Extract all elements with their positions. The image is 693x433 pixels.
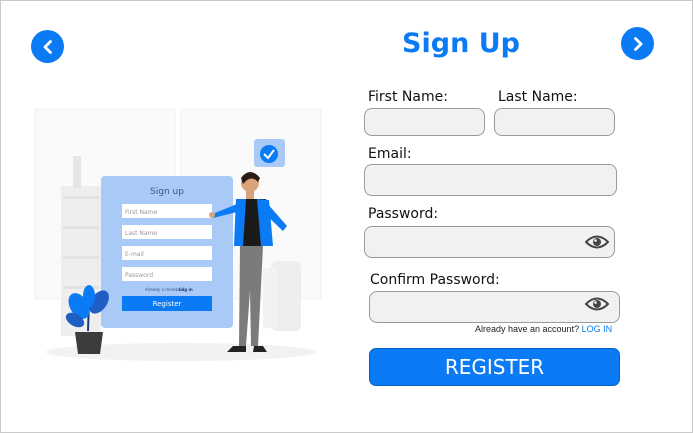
register-button[interactable]: REGISTER <box>369 348 620 386</box>
login-prompt: Already have an account? LOG IN <box>475 324 612 334</box>
chevron-left-icon <box>43 39 52 54</box>
window-frame: Sign Up Sign up First Name Last Name E-m… <box>0 0 693 433</box>
illustration-card-title: Sign up <box>150 187 184 197</box>
login-link[interactable]: LOG IN <box>582 324 613 334</box>
first-name-label: First Name: <box>368 89 448 105</box>
confirm-password-field[interactable] <box>369 291 620 323</box>
chevron-right-icon <box>633 36 642 51</box>
illustration-first-name: First Name <box>125 209 158 216</box>
back-button[interactable] <box>31 30 64 63</box>
illustration-member-link: Log in <box>179 287 193 292</box>
illustration-email: E-mail <box>125 251 144 258</box>
illustration-last-name: Last Name <box>125 230 157 237</box>
illustration-password: Password <box>125 272 153 279</box>
last-name-label: Last Name: <box>498 89 578 105</box>
email-label: Email: <box>368 146 412 162</box>
email-field[interactable] <box>364 164 617 196</box>
account-prompt-text: Already have an account? <box>475 324 580 334</box>
eye-icon[interactable] <box>585 296 609 312</box>
password-label: Password: <box>368 206 439 222</box>
confirm-password-label: Confirm Password: <box>370 272 500 288</box>
eye-icon[interactable] <box>585 234 609 250</box>
forward-button[interactable] <box>621 27 654 60</box>
signup-illustration: Sign up First Name Last Name E-mail Pass… <box>34 108 322 361</box>
illustration-register-button: Register <box>153 300 182 308</box>
first-name-field[interactable] <box>364 108 485 136</box>
password-field[interactable] <box>364 226 615 258</box>
page-title: Sign Up <box>402 28 520 59</box>
last-name-field[interactable] <box>494 108 615 136</box>
